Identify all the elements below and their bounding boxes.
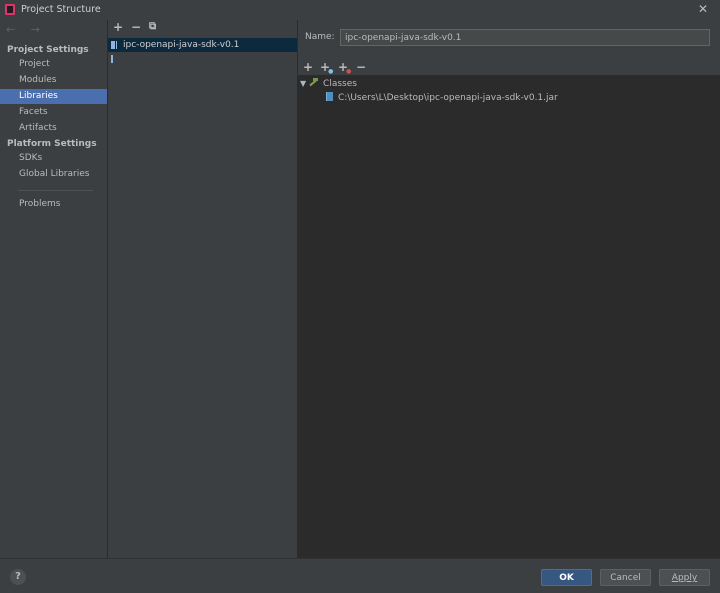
expand-toggle-icon[interactable]: ▼ <box>300 79 306 88</box>
cancel-button[interactable]: Cancel <box>600 569 651 586</box>
library-name-field[interactable] <box>340 29 710 46</box>
help-button[interactable]: ? <box>10 569 26 585</box>
library-detail-panel: Name: + +● +● − ▼ Classes C:\Users\L\Des… <box>298 20 720 558</box>
library-icon <box>111 41 120 63</box>
library-list-item[interactable]: ipc-openapi-java-sdk-v0.1 <box>108 38 297 63</box>
sidebar-item-global-libraries[interactable]: Global Libraries <box>0 167 107 182</box>
add-alt-icon[interactable]: +● <box>320 60 335 75</box>
sidebar-divider <box>18 190 93 191</box>
add-library-icon[interactable]: + <box>113 20 123 34</box>
dialog-footer: ? OK Cancel Apply <box>0 558 720 593</box>
ok-button[interactable]: OK <box>541 569 592 586</box>
libraries-panel: + − ⧉ ipc-openapi-java-sdk-v0.1 <box>108 20 298 558</box>
jar-path: C:\Users\L\Desktop\ipc-openapi-java-sdk-… <box>338 93 558 103</box>
tree-node-classes[interactable]: ▼ Classes <box>300 77 357 91</box>
sidebar-item-modules[interactable]: Modules <box>0 73 107 88</box>
remove-root-icon[interactable]: − <box>356 60 366 74</box>
section-heading-project-settings: Project Settings <box>7 45 89 55</box>
sidebar-item-project[interactable]: Project <box>0 57 107 72</box>
remove-library-icon[interactable]: − <box>131 20 141 34</box>
tree-node-label: Classes <box>323 79 357 89</box>
add-excluded-icon[interactable]: +● <box>338 60 353 75</box>
library-roots-tree: ▼ Classes C:\Users\L\Desktop\ipc-openapi… <box>298 75 720 558</box>
sidebar-item-libraries[interactable]: Libraries <box>0 89 107 104</box>
add-root-icon[interactable]: + <box>303 60 313 74</box>
tree-node-jar[interactable]: C:\Users\L\Desktop\ipc-openapi-java-sdk-… <box>326 91 558 105</box>
sidebar-item-facets[interactable]: Facets <box>0 105 107 120</box>
title-bar: Project Structure ✕ <box>0 0 720 20</box>
section-heading-platform-settings: Platform Settings <box>7 139 97 149</box>
close-icon[interactable]: ✕ <box>698 2 708 16</box>
window-title: Project Structure <box>21 4 101 15</box>
sidebar-item-sdks[interactable]: SDKs <box>0 151 107 166</box>
apply-button[interactable]: Apply <box>659 569 710 586</box>
jar-icon <box>326 92 333 101</box>
back-forward-arrows-icon[interactable]: ← → <box>6 23 46 36</box>
intellij-app-icon <box>5 4 15 15</box>
sidebar-item-artifacts[interactable]: Artifacts <box>0 121 107 136</box>
name-label: Name: <box>305 32 335 42</box>
classes-icon <box>309 78 319 87</box>
library-name: ipc-openapi-java-sdk-v0.1 <box>123 40 240 50</box>
sidebar: ← → Project Settings Project Modules Lib… <box>0 20 108 558</box>
copy-library-icon[interactable]: ⧉ <box>149 21 156 32</box>
sidebar-item-problems[interactable]: Problems <box>0 197 107 212</box>
